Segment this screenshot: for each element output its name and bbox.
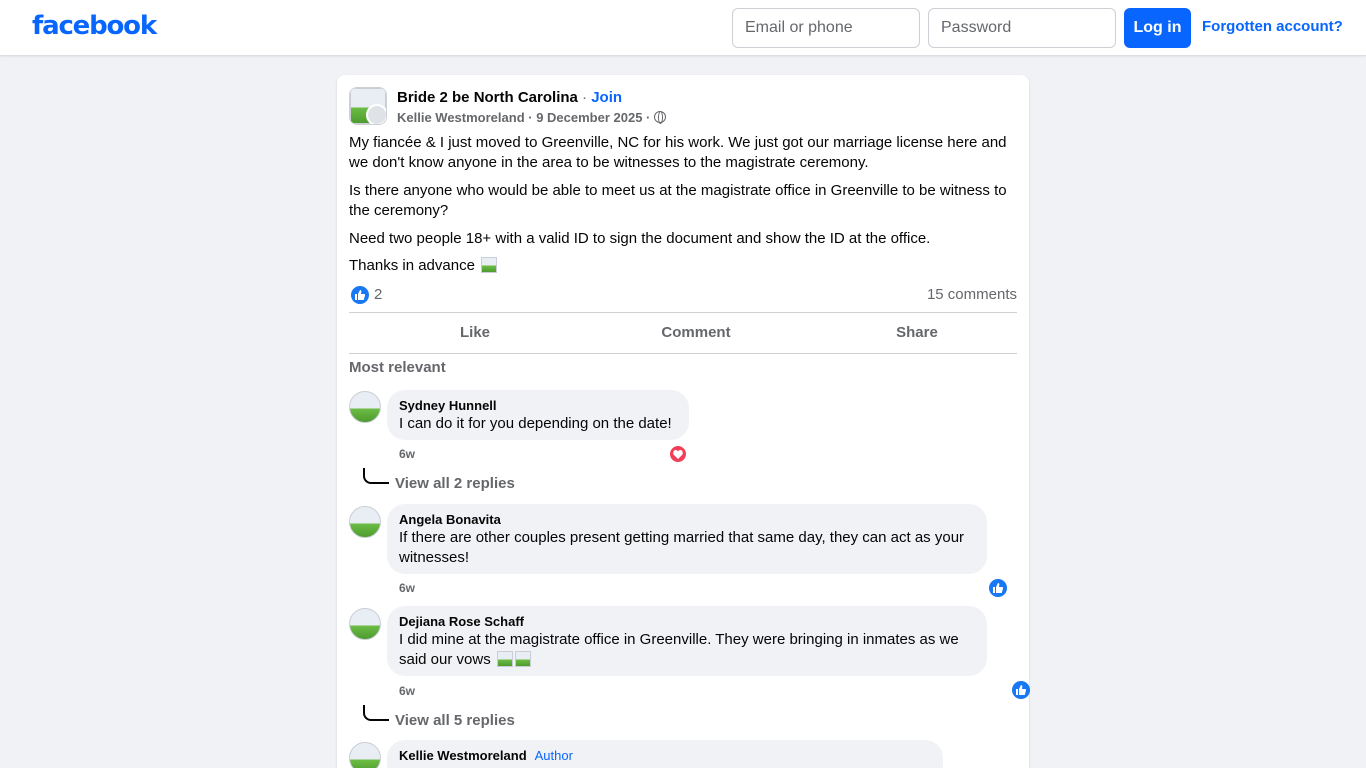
comments-count[interactable]: 15 comments (927, 286, 1017, 303)
join-link[interactable]: Join (591, 89, 622, 106)
comment-bubble: Sydney Hunnell I can do it for you depen… (387, 390, 689, 440)
like-reaction-icon[interactable] (351, 286, 369, 304)
commenter-name[interactable]: Dejiana Rose Schaff (399, 614, 975, 630)
reply-connector (363, 705, 389, 721)
post-paragraph-2: Is there anyone who would be able to mee… (349, 182, 1007, 219)
author-name-link[interactable]: Kellie Westmoreland (397, 110, 525, 125)
heart-icon[interactable] (669, 445, 687, 463)
emoji-image (496, 651, 513, 667)
email-input[interactable] (732, 8, 920, 48)
login-button[interactable]: Log in (1124, 8, 1191, 48)
commenter-name-line: Kellie Westmoreland Author (399, 748, 931, 764)
globe-icon (654, 111, 666, 124)
share-button[interactable]: Share (806, 324, 1028, 341)
author-badge: Author (534, 748, 573, 763)
comment-bubble: Dejiana Rose Schaff I did mine at the ma… (387, 606, 987, 676)
comment-button[interactable]: Comment (585, 324, 807, 341)
post-date[interactable]: · 9 December 2025 · (525, 110, 654, 125)
emoji-image (514, 651, 531, 667)
comment-bubble: Kellie Westmoreland Author (387, 740, 943, 768)
post-meta: Kellie Westmoreland · 9 December 2025 · (397, 110, 666, 125)
like-icon[interactable] (1011, 681, 1030, 699)
reply-connector (363, 468, 389, 484)
post-paragraph-4: Thanks in advance (349, 256, 1017, 276)
post-card: Bride 2 be North Carolina · Join Kellie … (337, 75, 1030, 768)
divider (349, 312, 1017, 313)
divider (349, 353, 1017, 354)
comment-timestamp[interactable]: 6w (399, 447, 415, 461)
forgotten-account-link[interactable]: Forgotten account? (1202, 18, 1343, 35)
post-paragraph-3: Need two people 18+ with a valid ID to s… (349, 230, 931, 247)
like-button[interactable]: Like (364, 324, 586, 341)
avatar[interactable] (349, 608, 381, 640)
password-input[interactable] (928, 8, 1116, 48)
post-paragraph-1: My fiancée & I just moved to Greenville,… (349, 134, 1007, 171)
group-name-link[interactable]: Bride 2 be North Carolina (397, 89, 578, 106)
comment-text: I can do it for you depending on the dat… (399, 415, 672, 432)
comment-bubble: Angela Bonavita If there are other coupl… (387, 504, 987, 574)
post-header-line: Bride 2 be North Carolina · Join (397, 89, 622, 106)
facebook-logo[interactable]: facebook (32, 11, 157, 41)
separator: · (577, 89, 592, 106)
comment-text: If there are other couples present getti… (399, 529, 965, 566)
avatar[interactable] (349, 391, 381, 423)
top-bar: facebook Log in Forgotten account? (0, 0, 1366, 56)
comment-text-wrap: I did mine at the magistrate office in G… (399, 630, 975, 670)
reaction-count[interactable]: 2 (374, 286, 382, 303)
commenter-name[interactable]: Kellie Westmoreland (399, 748, 527, 763)
comment-timestamp[interactable]: 6w (399, 684, 415, 698)
comment-sort-dropdown[interactable]: Most relevant (349, 359, 446, 376)
author-avatar-small[interactable] (366, 104, 386, 124)
avatar[interactable] (349, 506, 381, 538)
comment-text: I did mine at the magistrate office in G… (399, 631, 959, 668)
view-replies-link[interactable]: View all 5 replies (395, 712, 515, 729)
comment-timestamp[interactable]: 6w (399, 581, 415, 595)
commenter-name[interactable]: Sydney Hunnell (399, 398, 677, 414)
view-replies-link[interactable]: View all 2 replies (395, 475, 515, 492)
like-icon[interactable] (989, 579, 1008, 597)
avatar[interactable] (349, 742, 381, 768)
emoji-image (481, 257, 498, 273)
post-paragraph-4-text: Thanks in advance (349, 257, 475, 274)
group-avatar[interactable] (349, 87, 387, 125)
commenter-name[interactable]: Angela Bonavita (399, 512, 975, 528)
